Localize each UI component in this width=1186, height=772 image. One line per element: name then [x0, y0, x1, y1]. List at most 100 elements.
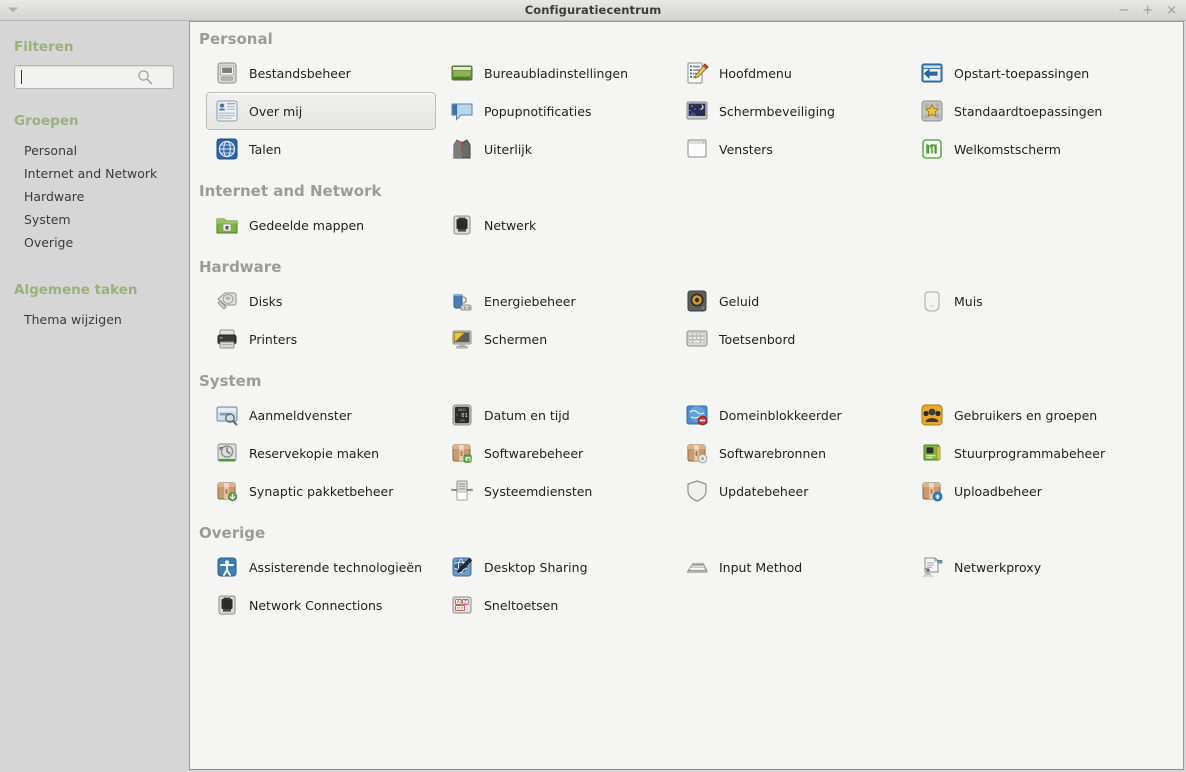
chevron-down-icon[interactable]: [8, 7, 18, 13]
settings-item-network-connections[interactable]: Network Connections: [206, 586, 441, 624]
settings-item-sneltoetsen[interactable]: A Z Ctrl Sneltoetsen: [441, 586, 676, 624]
sound-icon: [684, 288, 710, 314]
screensaver-icon: [684, 98, 710, 124]
text-caret: [21, 70, 22, 84]
settings-item-uploadbeheer[interactable]: Uploadbeheer: [911, 472, 1146, 510]
software-sources-icon: [684, 440, 710, 466]
settings-grid: Bestandsbeheer Bureaubladinstellingen Hoof…: [190, 54, 1183, 168]
settings-item-energiebeheer[interactable]: Energiebeheer: [441, 282, 676, 320]
default-applications-icon: [919, 98, 945, 124]
settings-item-datum-en-tijd[interactable]: 2011 ~01 JAN Datum en tijd: [441, 396, 676, 434]
section-personal: Personal Bestandsbeheer Bureaubladinstelli…: [190, 30, 1183, 168]
settings-item-toetsenbord[interactable]: Toetsenbord: [676, 320, 911, 358]
settings-item-label: Updatebeheer: [719, 483, 809, 499]
domain-blocker-icon: [684, 402, 710, 428]
sidebar-item-personal[interactable]: Personal: [0, 139, 189, 162]
settings-item-aanmeldvenster[interactable]: Aanmeldvenster: [206, 396, 441, 434]
sidebar-item-overige[interactable]: Overige: [0, 231, 189, 254]
desktop-sharing-icon: [449, 554, 475, 580]
sidebar: Filteren Groepen Personal Internet and N…: [0, 21, 189, 772]
tasks-list: Thema wijzigen: [0, 308, 189, 331]
settings-item-reservekopie-maken[interactable]: Reservekopie maken: [206, 434, 441, 472]
settings-item-assisterende-technologieën[interactable]: Assisterende technologieën: [206, 548, 441, 586]
accessibility-icon: [214, 554, 240, 580]
windows-icon: [684, 136, 710, 162]
keyboard-icon: [684, 326, 710, 352]
settings-item-bureaubladinstellingen[interactable]: Bureaubladinstellingen: [441, 54, 676, 92]
settings-item-systeemdiensten[interactable]: Systeemdiensten: [441, 472, 676, 510]
settings-scroll-area[interactable]: Personal Bestandsbeheer Bureaubladinstelli…: [190, 22, 1183, 769]
settings-item-softwarebronnen[interactable]: Softwarebronnen: [676, 434, 911, 472]
settings-item-muis[interactable]: Muis: [911, 282, 1146, 320]
main-menu-icon: [684, 60, 710, 86]
settings-item-bestandsbeheer[interactable]: Bestandsbeheer: [206, 54, 441, 92]
tasks-heading: Algemene taken: [14, 282, 138, 298]
settings-item-desktop-sharing[interactable]: Desktop Sharing: [441, 548, 676, 586]
settings-item-label: Vensters: [719, 141, 773, 157]
settings-item-stuurprogrammabeheer[interactable]: Stuurprogrammabeheer: [911, 434, 1146, 472]
settings-item-label: Input Method: [719, 559, 803, 575]
filter-heading: Filteren: [14, 39, 74, 55]
settings-item-updatebeheer[interactable]: Updatebeheer: [676, 472, 911, 510]
section-internet-and-network: Internet and Network Gedeelde mappen Netwe…: [190, 182, 1183, 244]
settings-item-label: Opstart-toepassingen: [954, 65, 1090, 81]
settings-item-opstart-toepassingen[interactable]: Opstart-toepassingen: [911, 54, 1146, 92]
settings-item-label: Bureaubladinstellingen: [484, 65, 629, 81]
software-manager-icon: [449, 440, 475, 466]
settings-item-gebruikers-en-groepen[interactable]: Gebruikers en groepen: [911, 396, 1146, 434]
network-proxy-icon: [919, 554, 945, 580]
sidebar-item-hardware[interactable]: Hardware: [0, 185, 189, 208]
settings-item-label: Muis: [954, 293, 983, 309]
settings-item-label: Reservekopie maken: [249, 445, 379, 461]
window-title: Configuratiecentrum: [524, 3, 662, 17]
settings-item-label: Standaardtoepassingen: [954, 103, 1103, 119]
settings-item-label: Network Connections: [249, 597, 383, 613]
settings-item-label: Geluid: [719, 293, 760, 309]
settings-item-schermen[interactable]: Schermen: [441, 320, 676, 358]
settings-item-label: Uploadbeheer: [954, 483, 1042, 499]
settings-item-popupnotificaties[interactable]: Popupnotificaties: [441, 92, 676, 130]
settings-item-input-method[interactable]: Input Method: [676, 548, 911, 586]
sidebar-item-internet-and-network[interactable]: Internet and Network: [0, 162, 189, 185]
settings-item-vensters[interactable]: Vensters: [676, 130, 911, 168]
settings-item-softwarebeheer[interactable]: Softwarebeheer: [441, 434, 676, 472]
section-overige: Overige Assisterende technologieën Desktop…: [190, 524, 1183, 624]
shared-folders-icon: [214, 212, 240, 238]
settings-item-welkomstscherm[interactable]: Welkomstscherm: [911, 130, 1146, 168]
settings-item-standaardtoepassingen[interactable]: Standaardtoepassingen: [911, 92, 1146, 130]
settings-item-label: Assisterende technologieën: [249, 559, 423, 575]
input-method-icon: [684, 554, 710, 580]
power-manager-icon: [449, 288, 475, 314]
settings-item-printers[interactable]: Printers: [206, 320, 441, 358]
settings-item-synaptic-pakketbeheer[interactable]: Synaptic pakketbeheer: [206, 472, 441, 510]
update-manager-icon: [684, 478, 710, 504]
groups-heading: Groepen: [14, 113, 79, 129]
sidebar-item-system[interactable]: System: [0, 208, 189, 231]
settings-item-netwerkproxy[interactable]: Netwerkproxy: [911, 548, 1146, 586]
maximize-button[interactable]: +: [1142, 4, 1153, 17]
close-button[interactable]: ×: [1166, 4, 1177, 17]
settings-item-geluid[interactable]: Geluid: [676, 282, 911, 320]
settings-item-talen[interactable]: Talen: [206, 130, 441, 168]
settings-grid: Gedeelde mappen Netwerk: [190, 206, 1183, 244]
settings-item-hoofdmenu[interactable]: Hoofdmenu: [676, 54, 911, 92]
settings-item-label: Uiterlijk: [484, 141, 533, 157]
desktop-settings-icon: [449, 60, 475, 86]
network-icon: [449, 212, 475, 238]
settings-item-uiterlijk[interactable]: Uiterlijk: [441, 130, 676, 168]
minimize-button[interactable]: −: [1118, 4, 1129, 17]
settings-grid: Aanmeldvenster 2011 ~01 JAN Datum en tijd Dom…: [190, 396, 1183, 510]
settings-item-over-mij[interactable]: Over mij: [206, 92, 436, 130]
search-input[interactable]: [14, 65, 174, 89]
svg-text:A: A: [457, 599, 460, 604]
sidebar-item-thema-wijzigen[interactable]: Thema wijzigen: [0, 308, 189, 331]
settings-item-label: Systeemdiensten: [484, 483, 593, 499]
main-panel: Personal Bestandsbeheer Bureaubladinstelli…: [189, 21, 1184, 770]
settings-item-netwerk[interactable]: Netwerk: [441, 206, 676, 244]
settings-item-gedeelde-mappen[interactable]: Gedeelde mappen: [206, 206, 441, 244]
settings-item-schermbeveiliging[interactable]: Schermbeveiliging: [676, 92, 911, 130]
settings-item-domeinblokkeerder[interactable]: Domeinblokkeerder: [676, 396, 911, 434]
settings-item-disks[interactable]: Disks: [206, 282, 441, 320]
startup-applications-icon: [919, 60, 945, 86]
settings-item-label: Softwarebeheer: [484, 445, 584, 461]
